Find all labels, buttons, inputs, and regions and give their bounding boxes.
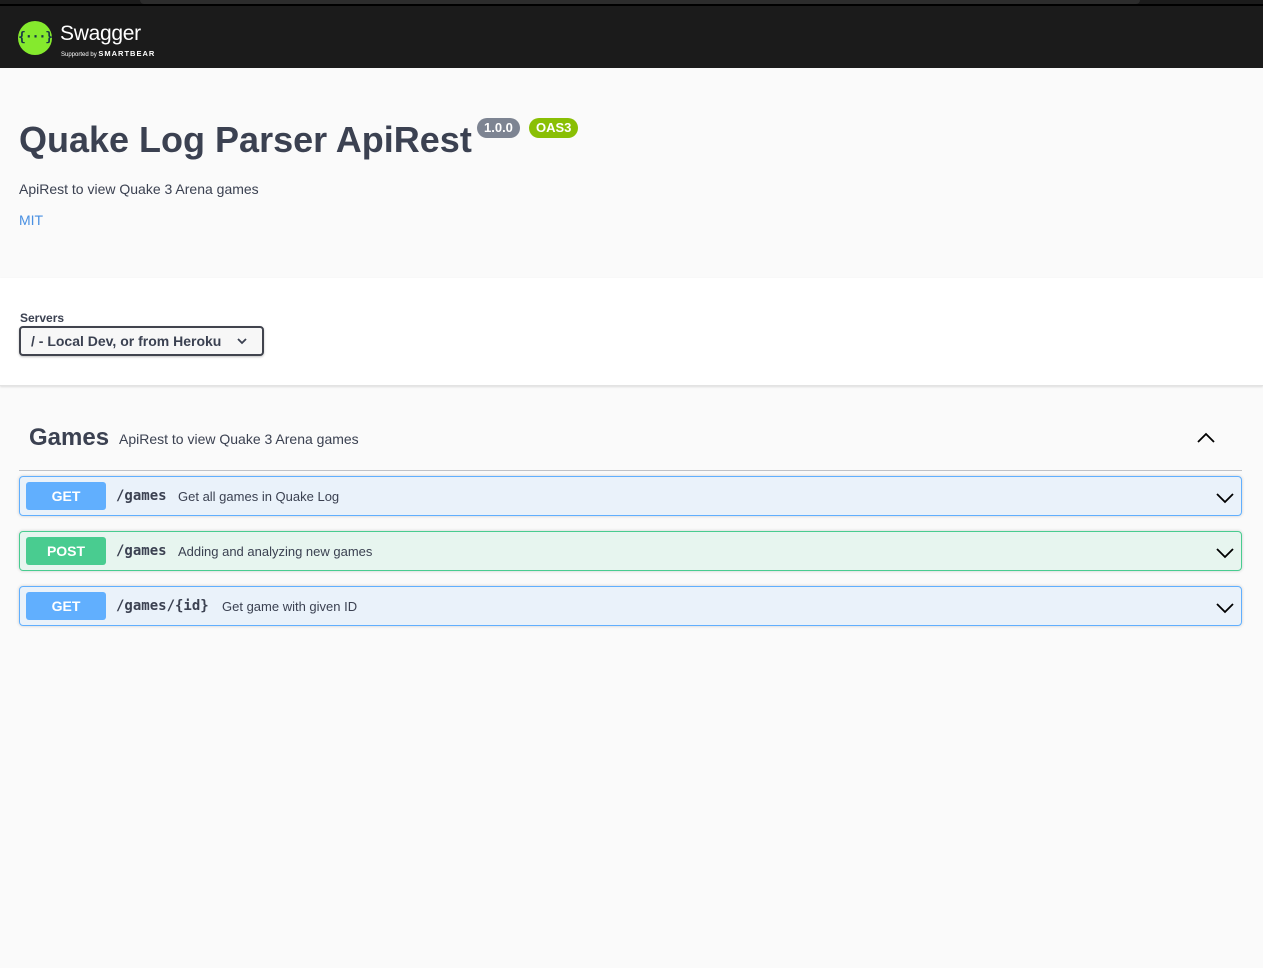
tag-description: ApiRest to view Quake 3 Arena games bbox=[119, 431, 359, 447]
page-title: Quake Log Parser ApiRest bbox=[19, 119, 472, 160]
chevron-down-icon[interactable] bbox=[1215, 488, 1235, 508]
supporter-name: SMARTBEAR bbox=[98, 49, 156, 58]
info-section: Quake Log Parser ApiRest 1.0.0 OAS3 ApiR… bbox=[0, 68, 1263, 278]
operation-path: /games bbox=[116, 543, 167, 559]
topbar-divider bbox=[0, 4, 1263, 6]
supported-by: Supported by SMARTBEAR bbox=[61, 49, 155, 58]
operation-summary: Get game with given ID bbox=[222, 599, 358, 614]
license-link[interactable]: MIT bbox=[19, 212, 43, 228]
operation-summary: Adding and analyzing new games bbox=[178, 544, 373, 559]
operation-get-game-by-id[interactable]: GET /games/{id} Get game with given ID bbox=[19, 586, 1242, 626]
method-badge: POST bbox=[26, 537, 106, 565]
chevron-up-icon[interactable] bbox=[1196, 428, 1216, 448]
operation-get-games[interactable]: GET /games Get all games in Quake Log bbox=[19, 476, 1242, 516]
operation-path: /games bbox=[116, 488, 167, 504]
tag-name: Games bbox=[29, 424, 110, 451]
method-badge: GET bbox=[26, 482, 106, 510]
operation-path: /games/{id} bbox=[116, 598, 209, 614]
method-badge: GET bbox=[26, 592, 106, 620]
tag-games-header[interactable]: Games ApiRest to view Quake 3 Arena game… bbox=[19, 410, 1242, 471]
chevron-down-icon bbox=[237, 338, 247, 345]
operation-post-games[interactable]: POST /games Adding and analyzing new gam… bbox=[19, 531, 1242, 571]
servers-selected-value: / - Local Dev, or from Heroku bbox=[31, 333, 222, 349]
chevron-down-icon[interactable] bbox=[1215, 543, 1235, 563]
servers-section: Servers / - Local Dev, or from Heroku bbox=[0, 278, 1263, 386]
api-description: ApiRest to view Quake 3 Arena games bbox=[19, 181, 259, 197]
brand-name: Swagger bbox=[60, 22, 141, 45]
servers-select[interactable]: / - Local Dev, or from Heroku bbox=[19, 326, 264, 356]
oas-badge: OAS3 bbox=[529, 118, 579, 138]
chevron-down-icon[interactable] bbox=[1215, 598, 1235, 618]
operation-summary: Get all games in Quake Log bbox=[178, 489, 340, 504]
swagger-logo-icon: {···} bbox=[18, 21, 53, 55]
version-badge: 1.0.0 bbox=[477, 118, 520, 138]
servers-label: Servers bbox=[20, 311, 65, 325]
logo-text: Swagger Supported by SMARTBEAR bbox=[60, 18, 170, 58]
swagger-logo[interactable]: {···} Swagger Supported by SMARTBEAR bbox=[18, 18, 170, 58]
topbar: {···} Swagger Supported by SMARTBEAR bbox=[0, 0, 1263, 68]
logo-glyph: {···} bbox=[18, 30, 53, 45]
supported-by-label: Supported by bbox=[61, 52, 97, 58]
